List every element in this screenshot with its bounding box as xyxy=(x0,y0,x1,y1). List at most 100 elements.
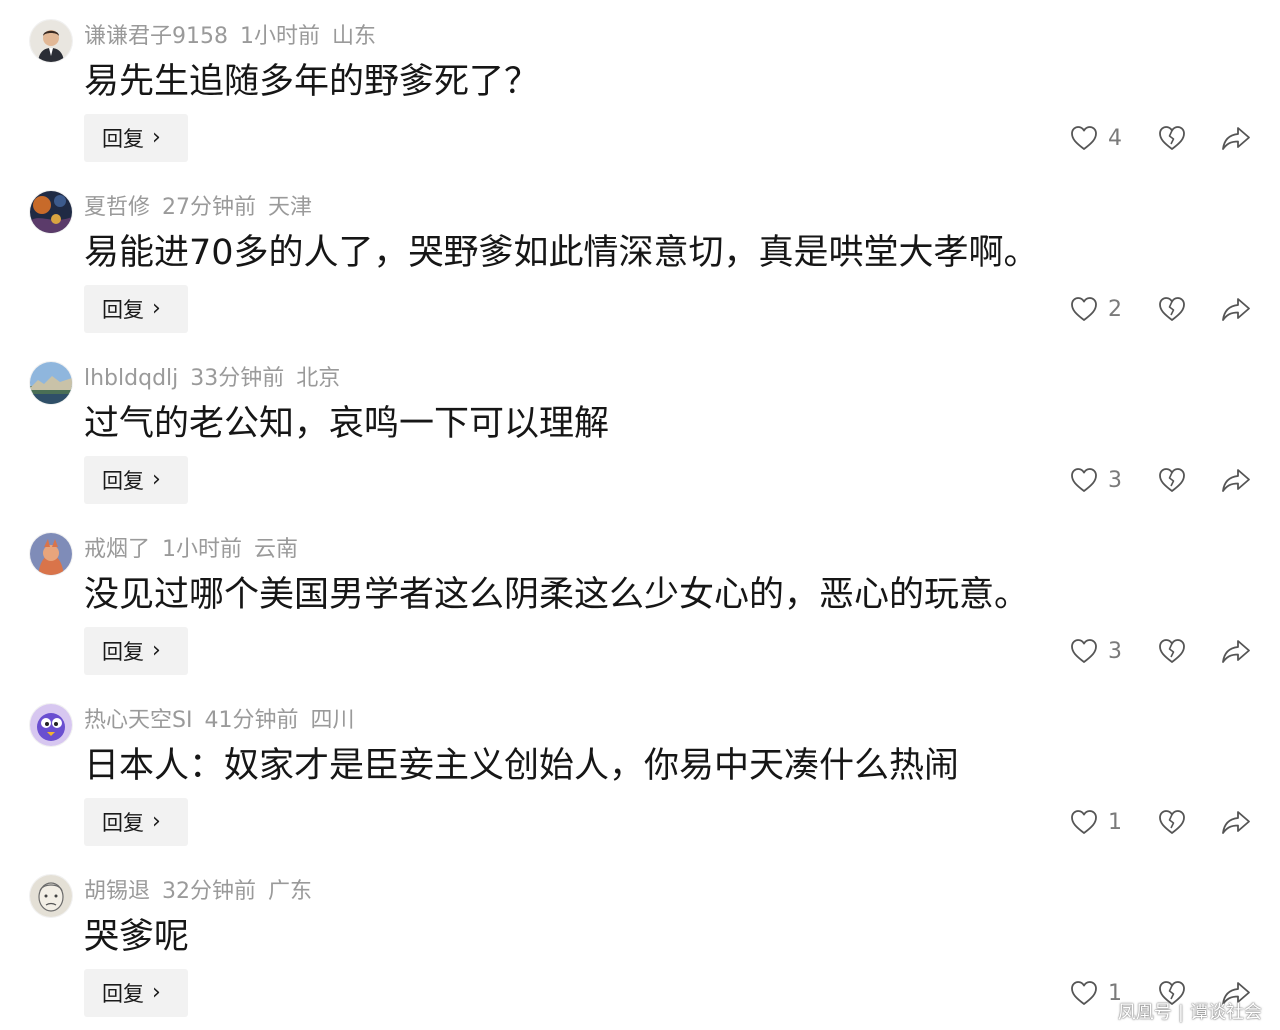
like-button[interactable]: 1 xyxy=(1068,804,1122,840)
avatar[interactable] xyxy=(30,704,72,746)
username[interactable]: 胡锡退 xyxy=(84,879,150,904)
comment-item: 戒烟了 1小时前 云南 没见过哪个美国男学者这么阴柔这么少女心的，恶心的玩意。 回复… xyxy=(0,513,1280,684)
share-button[interactable] xyxy=(1220,462,1252,498)
comment-item: 热心天空SI 41分钟前 四川 日本人：奴家才是臣妾主义创始人，你易中天凑什么热闹 … xyxy=(0,684,1280,855)
avatar-dark-artwork-icon xyxy=(30,191,72,233)
broken-heart-icon xyxy=(1159,468,1185,492)
heart-icon xyxy=(1071,981,1097,1005)
comment-meta: 胡锡退 32分钟前 广东 xyxy=(84,877,324,907)
like-count: 4 xyxy=(1108,125,1122,151)
share-button[interactable] xyxy=(1220,804,1252,840)
timestamp: 32分钟前 xyxy=(162,879,257,904)
chevron-right-icon: › xyxy=(152,809,161,834)
share-button[interactable] xyxy=(1220,633,1252,669)
reply-button[interactable]: 回复 › xyxy=(84,627,188,675)
heart-icon xyxy=(1071,126,1097,150)
reply-button[interactable]: 回复 › xyxy=(84,114,188,162)
chevron-right-icon: › xyxy=(152,980,161,1005)
like-count: 3 xyxy=(1108,638,1122,664)
timestamp: 1小时前 xyxy=(240,24,320,49)
comment-item: 夏哲修 27分钟前 天津 易能进70多的人了，哭野爹如此情深意切，真是哄堂大孝啊。 … xyxy=(0,171,1280,342)
dislike-button[interactable] xyxy=(1156,120,1188,156)
like-button[interactable]: 3 xyxy=(1068,462,1122,498)
chevron-right-icon: › xyxy=(152,125,161,150)
reply-button[interactable]: 回复 › xyxy=(84,285,188,333)
dislike-button[interactable] xyxy=(1156,804,1188,840)
location: 北京 xyxy=(296,366,341,391)
location: 天津 xyxy=(268,195,313,220)
broken-heart-icon xyxy=(1159,639,1185,663)
avatar-cartoon-figure-icon xyxy=(30,533,72,575)
avatar[interactable] xyxy=(30,362,72,404)
comment-text: 日本人：奴家才是臣妾主义创始人，你易中天凑什么热闹 xyxy=(84,746,960,786)
watermark-account: 谭谈社会 xyxy=(1190,1002,1262,1023)
share-button[interactable] xyxy=(1220,120,1252,156)
avatar[interactable] xyxy=(30,533,72,575)
dislike-button[interactable] xyxy=(1156,633,1188,669)
username[interactable]: 夏哲修 xyxy=(84,195,150,220)
heart-icon xyxy=(1071,297,1097,321)
comment-text: 过气的老公知，哀鸣一下可以理解 xyxy=(84,404,610,444)
comment-meta: lhbldqdlj 33分钟前 北京 xyxy=(84,364,352,394)
reply-button[interactable]: 回复 › xyxy=(84,456,188,504)
timestamp: 27分钟前 xyxy=(162,195,257,220)
avatar[interactable] xyxy=(30,20,72,62)
username[interactable]: 热心天空SI xyxy=(84,708,192,733)
chevron-right-icon: › xyxy=(152,296,161,321)
chevron-right-icon: › xyxy=(152,467,161,492)
comment-item: 谦谦君子9158 1小时前 山东 易先生追随多年的野爹死了？ 回复 › 4 xyxy=(0,0,1280,171)
share-button[interactable] xyxy=(1220,291,1252,327)
comment-text: 易能进70多的人了，哭野爹如此情深意切，真是哄堂大孝啊。 xyxy=(84,233,1039,273)
avatar-cartoon-bird-icon xyxy=(30,704,72,746)
heart-icon xyxy=(1071,639,1097,663)
avatar[interactable] xyxy=(30,875,72,917)
heart-icon xyxy=(1071,810,1097,834)
like-button[interactable]: 3 xyxy=(1068,633,1122,669)
avatar-landscape-icon xyxy=(30,362,72,404)
reply-button[interactable]: 回复 › xyxy=(84,798,188,846)
broken-heart-icon xyxy=(1159,810,1185,834)
like-count: 3 xyxy=(1108,467,1122,493)
reply-label: 回复 xyxy=(102,298,144,322)
location: 四川 xyxy=(310,708,355,733)
reply-label: 回复 xyxy=(102,811,144,835)
dislike-button[interactable] xyxy=(1156,291,1188,327)
dislike-button[interactable] xyxy=(1156,462,1188,498)
comment-meta: 夏哲修 27分钟前 天津 xyxy=(84,193,324,223)
location: 广东 xyxy=(268,879,313,904)
watermark: 凤凰号 | 谭谈社会 xyxy=(1118,998,1262,1024)
comment-text: 没见过哪个美国男学者这么阴柔这么少女心的，恶心的玩意。 xyxy=(84,575,1030,615)
username[interactable]: 谦谦君子9158 xyxy=(84,24,228,49)
chevron-right-icon: › xyxy=(152,638,161,663)
comment-item: 胡锡退 32分钟前 广东 哭爹呢 回复 › 1 xyxy=(0,855,1280,1026)
username[interactable]: lhbldqdlj xyxy=(84,366,178,391)
broken-heart-icon xyxy=(1159,126,1185,150)
heart-icon xyxy=(1071,468,1097,492)
share-arrow-icon xyxy=(1222,811,1250,834)
comment-text: 易先生追随多年的野爹死了？ xyxy=(84,62,540,102)
like-button[interactable]: 2 xyxy=(1068,291,1122,327)
like-button[interactable]: 1 xyxy=(1068,975,1122,1011)
comment-meta: 热心天空SI 41分钟前 四川 xyxy=(84,706,366,736)
location: 山东 xyxy=(332,24,377,49)
avatar[interactable] xyxy=(30,191,72,233)
reply-label: 回复 xyxy=(102,982,144,1006)
like-count: 2 xyxy=(1108,296,1122,322)
reply-button[interactable]: 回复 › xyxy=(84,969,188,1017)
like-button[interactable]: 4 xyxy=(1068,120,1122,156)
avatar-man-in-suit-icon xyxy=(30,20,72,62)
share-arrow-icon xyxy=(1222,127,1250,150)
timestamp: 41分钟前 xyxy=(204,708,299,733)
timestamp: 33分钟前 xyxy=(190,366,285,391)
broken-heart-icon xyxy=(1159,297,1185,321)
share-arrow-icon xyxy=(1222,298,1250,321)
username[interactable]: 戒烟了 xyxy=(84,537,150,562)
comment-item: lhbldqdlj 33分钟前 北京 过气的老公知，哀鸣一下可以理解 回复 › 3 xyxy=(0,342,1280,513)
share-arrow-icon xyxy=(1222,469,1250,492)
comment-meta: 戒烟了 1小时前 云南 xyxy=(84,535,310,565)
reply-label: 回复 xyxy=(102,469,144,493)
reply-label: 回复 xyxy=(102,640,144,664)
avatar-face-sketch-icon xyxy=(30,875,72,917)
like-count: 1 xyxy=(1108,809,1122,835)
comment-meta: 谦谦君子9158 1小时前 山东 xyxy=(84,22,388,52)
